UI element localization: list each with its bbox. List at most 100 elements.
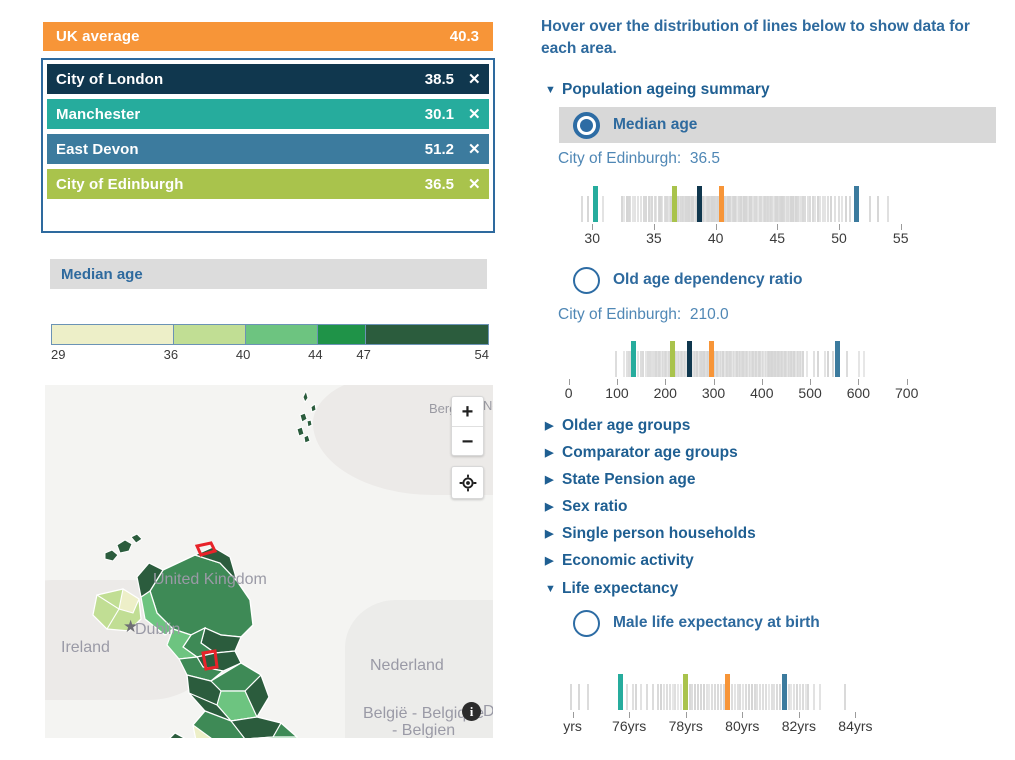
section-toggle-arrow-icon[interactable]: ▼ bbox=[545, 84, 562, 96]
strip-line-highlight[interactable] bbox=[725, 674, 730, 710]
section-toggle-arrow-icon[interactable]: ▶ bbox=[545, 446, 562, 459]
indicator-label: Median age bbox=[613, 116, 697, 134]
strip-line bbox=[666, 684, 668, 710]
strip-line-highlight[interactable] bbox=[631, 341, 636, 377]
section-toggle-arrow-icon[interactable]: ▼ bbox=[545, 583, 562, 595]
strip-plot-axis: yrs 76yrs 78yrs 80yrs 82yrs 84yrs bbox=[550, 712, 895, 738]
comparator-label: East Devon bbox=[56, 141, 425, 158]
uk-average-value: 40.3 bbox=[450, 28, 479, 45]
strip-line bbox=[635, 684, 637, 710]
comparator-remove-button[interactable]: ✕ bbox=[468, 177, 479, 192]
section-toggle-arrow-icon[interactable]: ▶ bbox=[545, 473, 562, 486]
strip-plot-old-age-dependency-ratio-strip[interactable] bbox=[560, 339, 926, 377]
section-toggle-arrow-icon[interactable]: ▶ bbox=[545, 500, 562, 513]
strip-plot-median-age-strip[interactable] bbox=[570, 184, 918, 222]
strip-line bbox=[697, 684, 699, 710]
comparator-row[interactable]: City of Edinburgh 36.5 ✕ bbox=[47, 169, 489, 199]
axis-tick-label: 45 bbox=[770, 230, 786, 246]
map-zoom-controls[interactable]: + − bbox=[451, 396, 484, 456]
axis-tick-label: 200 bbox=[654, 385, 677, 401]
axis-tick-label: 100 bbox=[605, 385, 628, 401]
comparator-remove-button[interactable]: ✕ bbox=[468, 142, 479, 157]
strip-line bbox=[646, 684, 648, 710]
section-header-label: Comparator age groups bbox=[562, 444, 738, 461]
section-header-older-age-groups[interactable]: ▶ Older age groups bbox=[545, 417, 690, 435]
strip-plot-male-life-expectancy-strip[interactable] bbox=[550, 672, 895, 710]
section-header-state-pension-age[interactable]: ▶ State Pension age bbox=[545, 471, 696, 489]
section-header-comparator-age-groups[interactable]: ▶ Comparator age groups bbox=[545, 444, 738, 462]
indicator-radio-male-life-expectancy-at-birth[interactable]: Male life expectancy at birth bbox=[559, 605, 996, 641]
comparator-row[interactable]: East Devon 51.2 ✕ bbox=[47, 134, 489, 164]
radio-button-icon[interactable] bbox=[573, 112, 600, 139]
comparator-remove-button[interactable]: ✕ bbox=[468, 107, 479, 122]
section-toggle-arrow-icon[interactable]: ▶ bbox=[545, 527, 562, 540]
strip-line-highlight[interactable] bbox=[593, 186, 598, 222]
comparator-row[interactable]: City of London 38.5 ✕ bbox=[47, 64, 489, 94]
strip-line bbox=[677, 684, 679, 710]
strip-line bbox=[714, 684, 716, 710]
indicator-radio-old-age-dependency-ratio[interactable]: Old age dependency ratio bbox=[559, 262, 996, 298]
strip-line bbox=[642, 351, 644, 377]
strip-line bbox=[748, 684, 750, 710]
section-header-life-expectancy[interactable]: ▼ Life expectancy bbox=[545, 580, 678, 598]
legend-color-bar bbox=[51, 324, 489, 345]
section-toggle-arrow-icon[interactable]: ▶ bbox=[545, 554, 562, 567]
strip-line bbox=[887, 196, 889, 222]
strip-line bbox=[745, 684, 747, 710]
zoom-in-button[interactable]: + bbox=[452, 397, 483, 427]
legend-segment bbox=[366, 325, 488, 344]
section-toggle-arrow-icon[interactable]: ▶ bbox=[545, 419, 562, 432]
indicator-radio-median-age[interactable]: Median age bbox=[559, 107, 996, 143]
strip-line-highlight[interactable] bbox=[697, 186, 702, 222]
section-header-population-ageing-summary[interactable]: ▼ Population ageing summary bbox=[545, 81, 770, 99]
strip-line bbox=[731, 684, 733, 710]
choropleth-map[interactable]: United Kingdom Ireland Dublin Nederland Belg… bbox=[45, 385, 493, 738]
axis-tick-label: 35 bbox=[646, 230, 662, 246]
legend-tick-label: 29 bbox=[51, 347, 65, 362]
section-header-single-person-households[interactable]: ▶ Single person households bbox=[545, 525, 756, 543]
radio-button-icon[interactable] bbox=[573, 267, 600, 294]
comparator-row[interactable]: Manchester 30.1 ✕ bbox=[47, 99, 489, 129]
radio-button-icon[interactable] bbox=[573, 610, 600, 637]
strip-line-highlight[interactable] bbox=[670, 341, 675, 377]
strip-line-highlight[interactable] bbox=[672, 186, 677, 222]
strip-line bbox=[640, 684, 642, 710]
axis-tick-label: 84yrs bbox=[838, 718, 872, 734]
indicator-readout: City of Edinburgh: 36.5 bbox=[558, 150, 720, 168]
strip-line-highlight[interactable] bbox=[835, 341, 840, 377]
section-header-label: Sex ratio bbox=[562, 498, 627, 515]
strip-line bbox=[838, 196, 840, 222]
comparator-label: City of Edinburgh bbox=[56, 176, 425, 193]
section-header-label: Economic activity bbox=[562, 552, 694, 569]
axis-tick-label: 500 bbox=[798, 385, 821, 401]
indicator-readout: City of Edinburgh: 210.0 bbox=[558, 306, 729, 324]
legend-tick-label: 54 bbox=[475, 347, 489, 362]
strip-line-highlight[interactable] bbox=[618, 674, 623, 710]
strip-line bbox=[626, 684, 628, 710]
strip-line-highlight[interactable] bbox=[854, 186, 859, 222]
strip-plot-axis: 30 35 40 45 50 55 bbox=[570, 224, 918, 250]
strip-line bbox=[711, 684, 713, 710]
strip-line-highlight[interactable] bbox=[683, 674, 688, 710]
map-info-button[interactable]: i bbox=[462, 702, 481, 721]
strip-line-highlight[interactable] bbox=[687, 341, 692, 377]
comparator-remove-button[interactable]: ✕ bbox=[468, 72, 479, 87]
strip-line bbox=[858, 351, 860, 377]
zoom-out-button[interactable]: − bbox=[452, 427, 483, 456]
strip-line bbox=[779, 684, 781, 710]
strip-line-highlight[interactable] bbox=[719, 186, 724, 222]
strip-line bbox=[706, 684, 708, 710]
axis-tick-label: yrs bbox=[563, 718, 582, 734]
dublin-star-marker: ★ bbox=[123, 617, 138, 637]
locate-button[interactable] bbox=[451, 466, 484, 499]
strip-line-highlight[interactable] bbox=[782, 674, 787, 710]
axis-tick-label: 78yrs bbox=[669, 718, 703, 734]
legend-tick-labels: 29 36 40 44 47 54 bbox=[51, 347, 489, 367]
strip-line bbox=[832, 351, 834, 377]
strip-line bbox=[802, 351, 804, 377]
strip-line bbox=[723, 684, 725, 710]
strip-line-highlight[interactable] bbox=[709, 341, 714, 377]
strip-line bbox=[570, 684, 572, 710]
section-header-sex-ratio[interactable]: ▶ Sex ratio bbox=[545, 498, 627, 516]
section-header-economic-activity[interactable]: ▶ Economic activity bbox=[545, 552, 694, 570]
